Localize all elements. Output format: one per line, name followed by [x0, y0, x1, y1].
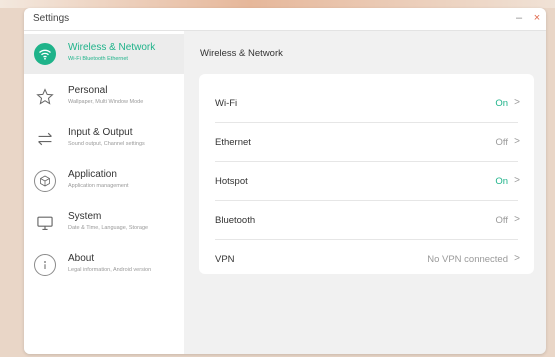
close-button[interactable]: ×	[530, 11, 544, 25]
chevron-right-icon: >	[514, 97, 520, 108]
row-bluetooth[interactable]: Bluetooth Off >	[199, 201, 534, 240]
row-label: Bluetooth	[215, 215, 256, 226]
settings-card: Wi-Fi On > Ethernet Off > Hotspot On > B…	[199, 74, 534, 274]
info-icon	[34, 254, 56, 276]
sidebar-item-input-output[interactable]: Input & Output Sound output, Channel set…	[24, 119, 184, 159]
monitor-icon	[34, 212, 56, 234]
settings-window: Settings – × Wireless & Network Wi-Fi Bl…	[24, 8, 546, 354]
sidebar-item-label: Application	[68, 169, 117, 180]
row-value: No VPN connected	[427, 254, 508, 265]
swap-arrows-icon	[34, 128, 56, 150]
wifi-icon	[34, 43, 56, 65]
row-label: Ethernet	[215, 137, 251, 148]
sidebar-item-label: System	[68, 211, 102, 222]
window-title: Settings	[33, 13, 70, 24]
sidebar-item-sub: Application management	[68, 183, 129, 189]
chevron-right-icon: >	[514, 136, 520, 147]
sidebar-item-wireless-network[interactable]: Wireless & Network Wi-Fi Bluetooth Ether…	[24, 34, 184, 74]
row-ethernet[interactable]: Ethernet Off >	[199, 123, 534, 162]
title-bar: Settings – ×	[24, 8, 546, 31]
row-vpn[interactable]: VPN No VPN connected >	[199, 240, 534, 279]
sidebar-item-application[interactable]: Application Application management	[24, 161, 184, 201]
sidebar-item-label: Input & Output	[68, 127, 133, 138]
sidebar-item-sub: Wallpaper, Multi Window Mode	[68, 99, 144, 105]
row-hotspot[interactable]: Hotspot On >	[199, 162, 534, 201]
row-value: On	[495, 98, 508, 109]
star-icon	[34, 86, 56, 108]
row-value: Off	[495, 215, 509, 226]
sidebar-item-sub: Sound output, Channel settings	[68, 141, 145, 147]
row-wifi[interactable]: Wi-Fi On >	[199, 84, 534, 123]
sidebar-item-personal[interactable]: Personal Wallpaper, Multi Window Mode	[24, 77, 184, 117]
sidebar-item-sub: Legal information, Android version	[68, 267, 152, 273]
row-label: Wi-Fi	[215, 98, 238, 109]
row-label: VPN	[215, 254, 235, 265]
page-title: Wireless & Network	[200, 48, 283, 59]
chevron-right-icon: >	[514, 175, 520, 186]
sidebar-item-about[interactable]: About Legal information, Android version	[24, 245, 184, 285]
chevron-right-icon: >	[514, 253, 520, 264]
cube-icon	[34, 170, 56, 192]
sidebar-item-sub: Date & Time, Language, Storage	[68, 225, 149, 231]
sidebar-item-system[interactable]: System Date & Time, Language, Storage	[24, 203, 184, 243]
sidebar-item-label: Personal	[68, 85, 108, 96]
row-value: Off	[495, 137, 509, 148]
chevron-right-icon: >	[514, 214, 520, 225]
minimize-button[interactable]: –	[512, 11, 526, 25]
row-value: On	[495, 176, 508, 187]
sidebar-item-label: About	[68, 253, 95, 264]
row-label: Hotspot	[215, 176, 248, 187]
sidebar: Wireless & Network Wi-Fi Bluetooth Ether…	[24, 31, 184, 354]
sidebar-item-sub: Wi-Fi Bluetooth Ethernet	[68, 56, 128, 62]
sidebar-item-label: Wireless & Network	[68, 42, 156, 53]
desktop-background	[0, 0, 555, 8]
